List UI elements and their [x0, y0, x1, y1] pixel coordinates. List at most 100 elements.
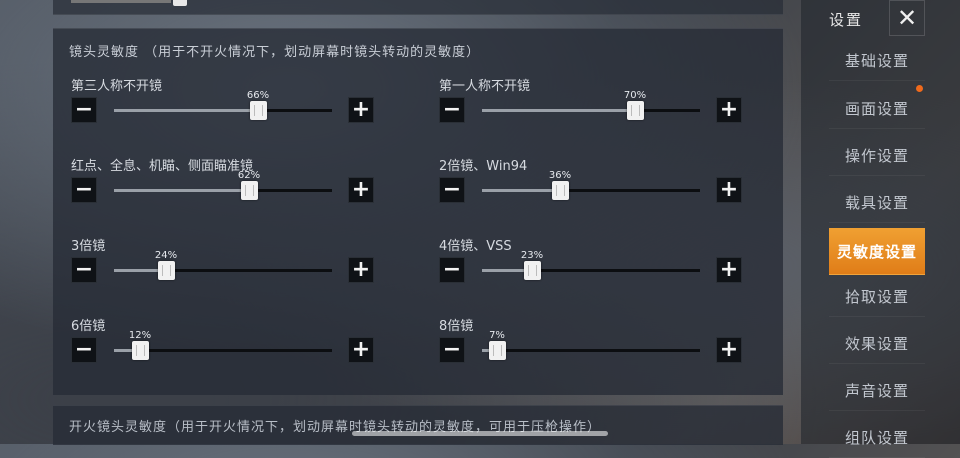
increase-button[interactable]: +	[348, 337, 374, 363]
slider-track[interactable]: 23%	[482, 250, 700, 280]
minus-icon: −	[442, 97, 462, 122]
plus-icon: +	[719, 97, 739, 122]
home-indicator	[352, 431, 608, 436]
slider-value: 23%	[520, 250, 544, 261]
decrease-button[interactable]: −	[439, 177, 465, 203]
slider-track[interactable]: 24%	[114, 250, 332, 280]
slider-thumb[interactable]	[552, 181, 569, 200]
notification-dot	[916, 85, 923, 92]
slider-label: 3倍镜	[71, 239, 106, 254]
previous-slider-thumb[interactable]	[173, 0, 187, 6]
fire-sensitivity-panel: 开火镜头灵敏度（用于开火情况下，划动屏幕时镜头转动的灵敏度，可用于压枪操作）	[53, 405, 783, 445]
slider-value: 66%	[246, 90, 270, 101]
close-button[interactable]: ✕	[889, 0, 925, 36]
sidebar-item[interactable]: 基础设置	[829, 40, 925, 81]
plus-icon: +	[719, 177, 739, 202]
sidebar-item[interactable]: 声音设置	[829, 370, 925, 411]
increase-button[interactable]: +	[348, 257, 374, 283]
slider-value: 12%	[128, 330, 152, 341]
slider-track[interactable]: 66%	[114, 90, 332, 120]
sidebar-header: 设置 ✕	[801, 0, 960, 36]
slider-track[interactable]: 62%	[114, 170, 332, 200]
slider-thumb[interactable]	[250, 101, 267, 120]
sensitivity-slider: 第三人称不开镜 − 66% +	[71, 75, 381, 139]
minus-icon: −	[74, 177, 94, 202]
slider-fill	[482, 189, 560, 192]
decrease-button[interactable]: −	[439, 97, 465, 123]
slider-thumb[interactable]	[132, 341, 149, 360]
settings-sidebar: 设置 ✕ 基础设置画面设置操作设置载具设置灵敏度设置 拾取设置效果设置声音设置组队…	[801, 0, 960, 458]
slider-value: 70%	[623, 90, 647, 101]
sidebar-item-label: 声音设置	[844, 381, 909, 400]
sensitivity-slider: 8倍镜 − 7% +	[439, 315, 749, 379]
sensitivity-slider: 3倍镜 − 24% +	[71, 235, 381, 299]
previous-settings-panel	[53, 0, 783, 15]
increase-button[interactable]: +	[348, 177, 374, 203]
slider-value: 24%	[154, 250, 178, 261]
slider-track[interactable]: 7%	[482, 330, 700, 360]
minus-icon: −	[442, 257, 462, 282]
minus-icon: −	[74, 257, 94, 282]
sensitivity-slider: 第一人称不开镜 − 70% +	[439, 75, 749, 139]
sidebar-item[interactable]: 效果设置	[829, 323, 925, 364]
decrease-button[interactable]: −	[71, 257, 97, 283]
slider-value: 62%	[237, 170, 261, 181]
slider-fill	[482, 109, 635, 112]
slider-thumb[interactable]	[241, 181, 258, 200]
sidebar-item[interactable]: 灵敏度设置	[829, 228, 925, 275]
sidebar-item-label: 画面设置	[844, 99, 909, 118]
sidebar-item-label: 效果设置	[844, 334, 909, 353]
slider-thumb[interactable]	[158, 261, 175, 280]
slider-thumb[interactable]	[524, 261, 541, 280]
decrease-button[interactable]: −	[439, 337, 465, 363]
plus-icon: +	[351, 97, 371, 122]
minus-icon: −	[442, 177, 462, 202]
minus-icon: −	[442, 337, 462, 362]
sidebar-item-label: 基础设置	[844, 51, 909, 70]
increase-button[interactable]: +	[716, 177, 742, 203]
slider-label: 6倍镜	[71, 319, 106, 334]
plus-icon: +	[351, 257, 371, 282]
sidebar-item-label: 组队设置	[844, 428, 909, 447]
sensitivity-slider: 6倍镜 − 12% +	[71, 315, 381, 379]
plus-icon: +	[719, 257, 739, 282]
slider-thumb[interactable]	[627, 101, 644, 120]
slider-label: 第一人称不开镜	[439, 79, 531, 94]
sidebar-item[interactable]: 组队设置	[829, 417, 925, 458]
decrease-button[interactable]: −	[71, 177, 97, 203]
increase-button[interactable]: +	[716, 97, 742, 123]
sidebar-item[interactable]: 画面设置	[829, 88, 925, 129]
sidebar-item-label: 载具设置	[844, 193, 909, 212]
minus-icon: −	[74, 337, 94, 362]
sidebar-item[interactable]: 操作设置	[829, 135, 925, 176]
sensitivity-slider: 4倍镜、VSS − 23% +	[439, 235, 749, 299]
sidebar-item[interactable]: 载具设置	[829, 182, 925, 223]
sidebar-item[interactable]: 拾取设置	[829, 276, 925, 317]
slider-track[interactable]: 12%	[114, 330, 332, 360]
minus-icon: −	[74, 97, 94, 122]
increase-button[interactable]: +	[348, 97, 374, 123]
sensitivity-slider: 红点、全息、机瞄、侧面瞄准镜 − 62% +	[71, 155, 381, 219]
slider-fill	[114, 189, 249, 192]
panel-title: 镜头灵敏度 （用于不开火情况下，划动屏幕时镜头转动的灵敏度）	[69, 45, 481, 60]
sensitivity-slider: 2倍镜、Win94 − 36% +	[439, 155, 749, 219]
decrease-button[interactable]: −	[71, 337, 97, 363]
increase-button[interactable]: +	[716, 337, 742, 363]
increase-button[interactable]: +	[716, 257, 742, 283]
slider-label: 红点、全息、机瞄、侧面瞄准镜	[71, 159, 254, 174]
slider-label: 8倍镜	[439, 319, 474, 334]
previous-slider-track	[71, 0, 171, 3]
slider-value: 7%	[489, 330, 505, 341]
slider-value: 36%	[548, 170, 572, 181]
camera-sensitivity-panel: 镜头灵敏度 （用于不开火情况下，划动屏幕时镜头转动的灵敏度） 第三人称不开镜 −6…	[53, 28, 783, 395]
slider-thumb[interactable]	[489, 341, 506, 360]
slider-fill	[114, 109, 258, 112]
slider-label: 4倍镜、VSS	[439, 239, 512, 254]
plus-icon: +	[351, 177, 371, 202]
slider-track[interactable]: 36%	[482, 170, 700, 200]
plus-icon: +	[351, 337, 371, 362]
decrease-button[interactable]: −	[71, 97, 97, 123]
slider-label: 第三人称不开镜	[71, 79, 163, 94]
slider-track[interactable]: 70%	[482, 90, 700, 120]
decrease-button[interactable]: −	[439, 257, 465, 283]
